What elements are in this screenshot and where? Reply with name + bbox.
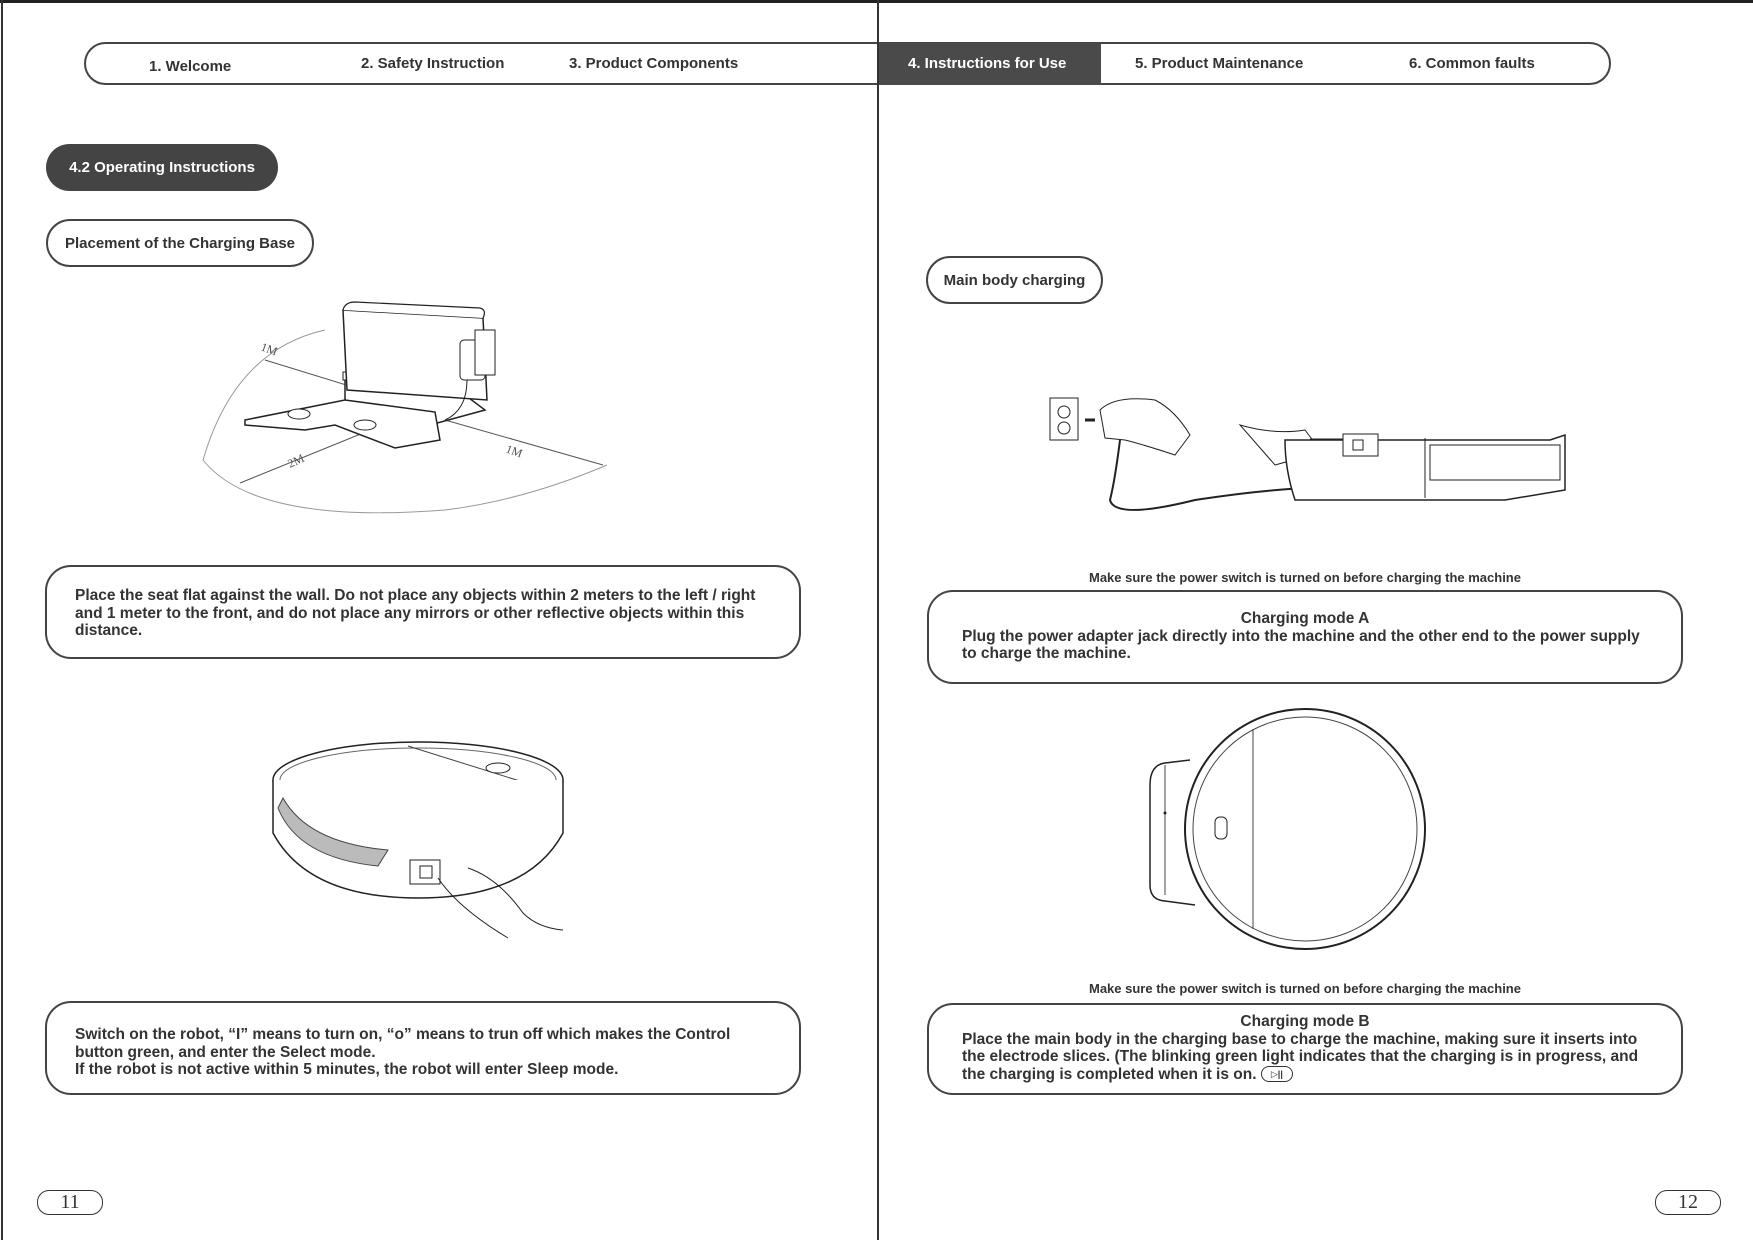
- sleep-mode-text: If the robot is not active within 5 minu…: [75, 1061, 619, 1078]
- tab-product-maintenance[interactable]: 5. Product Maintenance: [1135, 55, 1303, 72]
- power-switch-instructions-box: Switch on the robot, “I” means to turn o…: [45, 1001, 801, 1095]
- tab-safety-instruction[interactable]: 2. Safety Instruction: [361, 55, 504, 72]
- tab-product-components[interactable]: 3. Product Components: [569, 55, 738, 72]
- charging-mode-a-title: Charging mode A: [1240, 610, 1370, 627]
- power-switch-caption-a: Make sure the power switch is turned on …: [1089, 570, 1521, 585]
- charging-mode-b-title: Charging mode B: [1240, 1013, 1370, 1030]
- play-pause-button-icon: ▷||: [1260, 1066, 1293, 1083]
- page-divider: [877, 0, 879, 1240]
- robot-power-switch-illustration: [272, 741, 564, 939]
- page-number-left: 11: [37, 1190, 103, 1215]
- tab-common-faults[interactable]: 6. Common faults: [1409, 55, 1535, 72]
- charging-base-placement-illustration: 1M 1M 2M: [202, 301, 608, 514]
- tab-instructions-for-use[interactable]: 4. Instructions for Use: [908, 55, 1066, 72]
- charging-mode-a-box: Charging mode A Plug the power adapter j…: [927, 590, 1683, 684]
- placement-instructions-text: Place the seat flat against the wall. Do…: [75, 587, 756, 639]
- subsection-title-charging-base: Placement of the Charging Base: [46, 219, 314, 267]
- diagram-label-front: 2M: [285, 451, 306, 471]
- charging-mode-b-text: Place the main body in the charging base…: [962, 1030, 1639, 1083]
- section-title: 4.2 Operating Instructions: [46, 144, 278, 191]
- base-charging-illustration: [1149, 708, 1426, 950]
- power-switch-caption-b: Make sure the power switch is turned on …: [1089, 981, 1521, 996]
- diagram-label-left: 1M: [259, 340, 280, 359]
- tab-welcome[interactable]: 1. Welcome: [149, 58, 231, 75]
- diagram-label-right: 1M: [504, 442, 525, 461]
- charging-mode-b-box: Charging mode B Place the main body in t…: [927, 1003, 1683, 1095]
- power-switch-text: Switch on the robot, “I” means to turn o…: [75, 1026, 731, 1061]
- chapter-nav: [84, 42, 1611, 85]
- charging-mode-a-text: Plug the power adapter jack directly int…: [962, 627, 1640, 663]
- left-border: [1, 0, 3, 1240]
- page-number-right: 12: [1655, 1190, 1721, 1215]
- adapter-charging-illustration: [1049, 397, 1566, 511]
- subsection-title-main-body-charging: Main body charging: [926, 256, 1103, 304]
- placement-instructions-box: Place the seat flat against the wall. Do…: [45, 565, 801, 659]
